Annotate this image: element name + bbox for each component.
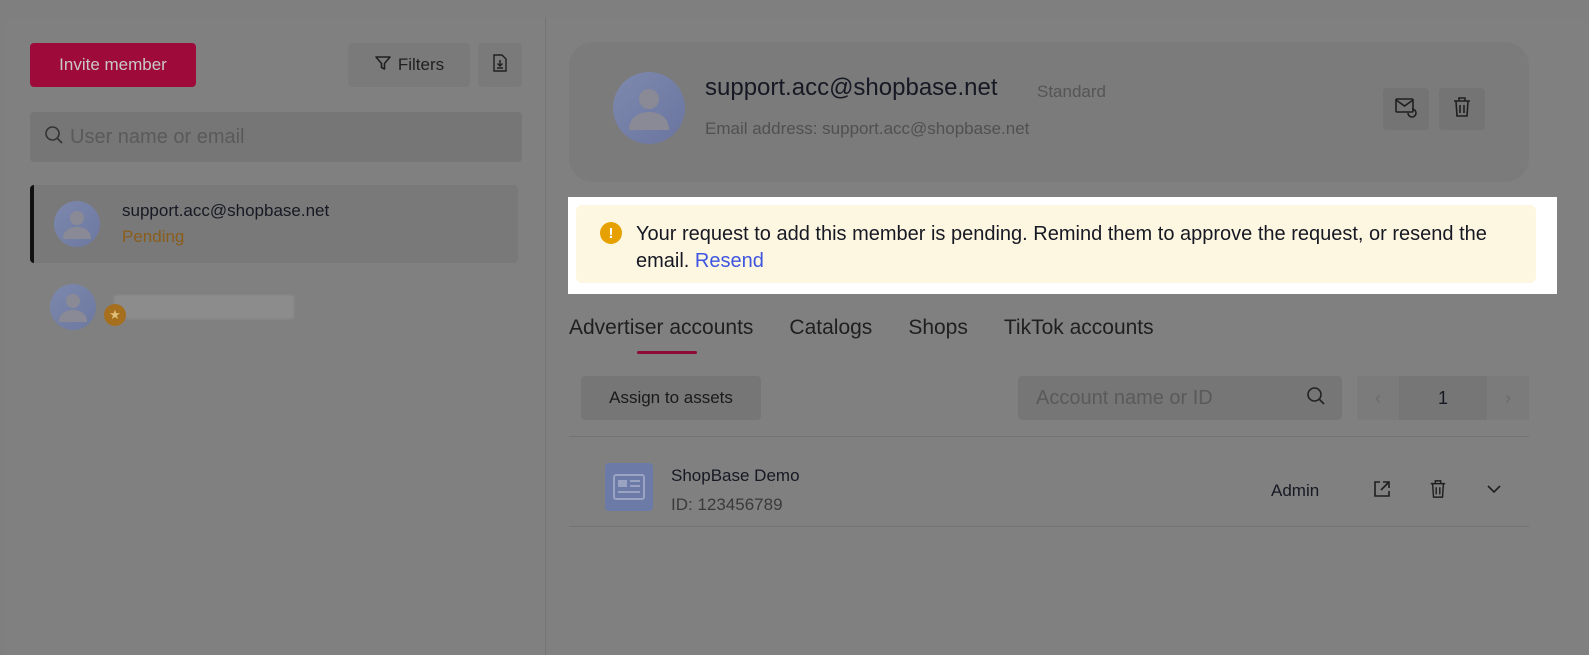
account-search-input[interactable]: [1036, 386, 1296, 410]
star-icon: ★: [104, 304, 126, 326]
member-name: support.acc@shopbase.net: [122, 201, 330, 220]
member-list-item-selected[interactable]: support.acc@shopbase.net Pending: [30, 185, 518, 263]
profile-email: support.acc@shopbase.net: [705, 74, 998, 101]
prev-page-button[interactable]: ‹: [1357, 376, 1399, 420]
chevron-right-icon: ›: [1505, 387, 1511, 408]
profile-role-badge: Standard: [1037, 82, 1106, 101]
member-status-badge: Pending: [122, 227, 185, 246]
tab-shops[interactable]: Shops: [908, 316, 968, 354]
asset-name: ShopBase Demo: [671, 466, 800, 485]
tab-advertiser-accounts[interactable]: Advertiser accounts: [569, 316, 753, 354]
search-icon: [44, 125, 64, 150]
pending-notice-highlight: ! Your request to add this member is pen…: [568, 197, 1557, 294]
chevron-down-icon[interactable]: [1483, 478, 1505, 500]
member-avatar: [54, 201, 100, 247]
advertiser-account-icon: [605, 463, 653, 511]
search-icon[interactable]: [1306, 386, 1326, 411]
mail-refresh-icon: [1394, 96, 1418, 123]
member-list-item[interactable]: ★: [30, 268, 518, 346]
invite-member-button[interactable]: Invite member: [30, 43, 196, 87]
profile-email-address: Email address: support.acc@shopbase.net: [705, 119, 1030, 138]
asset-permission-role[interactable]: Admin: [1271, 481, 1319, 501]
tab-catalogs[interactable]: Catalogs: [789, 316, 872, 354]
resend-email-button[interactable]: [1383, 88, 1429, 130]
trash-icon[interactable]: [1427, 478, 1449, 500]
trash-icon: [1452, 96, 1472, 123]
asset-tabs: Advertiser accounts Catalogs Shops TikTo…: [569, 316, 1154, 354]
divider: [569, 436, 1529, 437]
user-search-field[interactable]: [30, 112, 522, 162]
member-avatar: [50, 284, 96, 330]
delete-member-button[interactable]: [1439, 88, 1485, 130]
export-button[interactable]: [478, 43, 522, 87]
filter-icon: [374, 54, 392, 77]
warning-icon: !: [600, 222, 622, 244]
resend-link[interactable]: Resend: [695, 250, 764, 272]
pending-request-notice: ! Your request to add this member is pen…: [576, 205, 1536, 283]
user-search-input[interactable]: [70, 125, 510, 149]
table-row: ShopBase Demo ID: 123456789 Admin: [569, 442, 1529, 532]
member-list-panel: Invite member Filters support.acc@shopba…: [6, 18, 546, 655]
open-external-icon[interactable]: [1371, 478, 1393, 500]
account-search-field[interactable]: [1018, 376, 1342, 420]
member-name-redacted: [114, 295, 294, 319]
divider: [569, 526, 1529, 527]
assign-to-assets-button[interactable]: Assign to assets: [581, 376, 761, 420]
pagination: ‹ 1 ›: [1357, 376, 1529, 420]
chevron-left-icon: ‹: [1375, 387, 1381, 408]
asset-id: ID: 123456789: [671, 495, 783, 514]
profile-avatar: [613, 72, 685, 144]
filters-label: Filters: [397, 55, 445, 74]
current-page: 1: [1399, 376, 1487, 420]
filters-button[interactable]: Filters: [348, 43, 470, 87]
export-file-icon: [492, 53, 508, 77]
next-page-button[interactable]: ›: [1487, 376, 1529, 420]
member-detail-panel: support.acc@shopbase.net Standard Email …: [547, 18, 1589, 655]
tab-tiktok-accounts[interactable]: TikTok accounts: [1004, 316, 1154, 354]
member-profile-card: support.acc@shopbase.net Standard Email …: [569, 42, 1529, 182]
